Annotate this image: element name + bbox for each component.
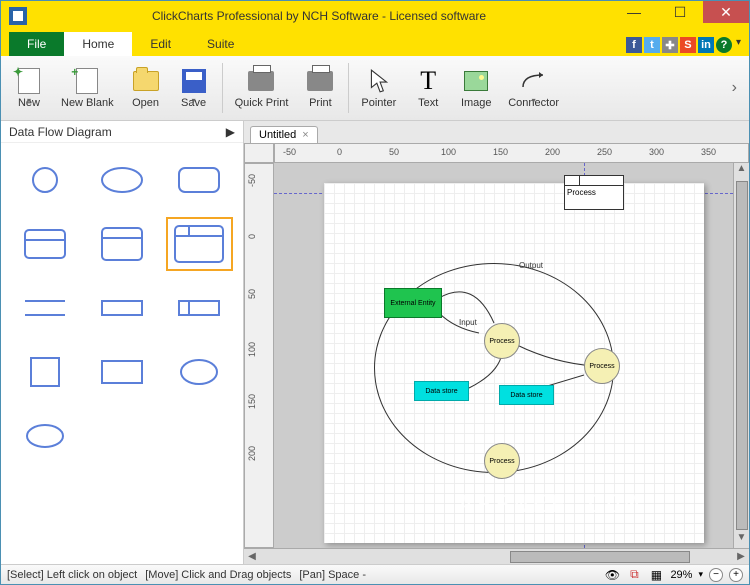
shape-palette xyxy=(1,143,243,473)
main-area: Data Flow Diagram ▶ Untitled × xyxy=(1,121,749,564)
process-shape-1[interactable]: Process xyxy=(484,323,520,359)
close-tab-icon[interactable]: × xyxy=(302,129,308,141)
shape-ellipse[interactable] xyxy=(166,345,233,399)
shape-square[interactable] xyxy=(11,345,78,399)
shape-title-rect-split[interactable] xyxy=(166,217,233,271)
minimize-button[interactable]: — xyxy=(611,1,657,23)
ruler-corner xyxy=(244,143,274,163)
open-icon xyxy=(132,67,160,95)
new-button[interactable]: ✦ ▾ New xyxy=(5,63,53,113)
process-shape-3[interactable]: Process xyxy=(484,443,520,479)
ruler-row: -50 0 50 100 150 200 250 300 350 xyxy=(244,143,749,163)
input-label[interactable]: Input xyxy=(459,318,477,327)
save-button[interactable]: ▾ Save xyxy=(170,63,218,113)
linkedin-icon[interactable]: in xyxy=(698,37,714,53)
tab-home[interactable]: Home xyxy=(64,32,132,56)
file-menu[interactable]: File xyxy=(9,32,64,56)
twitter-icon[interactable]: t xyxy=(644,37,660,53)
pointer-icon xyxy=(365,67,393,95)
connector-button[interactable]: ▾ Connector xyxy=(500,63,567,113)
horizontal-ruler[interactable]: -50 0 50 100 150 200 250 300 350 xyxy=(274,143,749,163)
shape-ellipse-2[interactable] xyxy=(11,409,78,463)
shape-open-rect[interactable] xyxy=(11,281,78,335)
zoom-out-button[interactable]: − xyxy=(709,568,723,582)
window-controls: — ☐ ✕ xyxy=(611,1,749,31)
document-tab[interactable]: Untitled × xyxy=(250,126,318,143)
shapes-category-label: Data Flow Diagram xyxy=(9,125,112,139)
shapes-sidebar: Data Flow Diagram ▶ xyxy=(1,121,244,564)
maximize-button[interactable]: ☐ xyxy=(657,1,703,23)
process-shape-2[interactable]: Process xyxy=(584,348,620,384)
magnet-icon[interactable]: ⧉ xyxy=(626,567,642,583)
open-button[interactable]: Open xyxy=(122,63,170,113)
tab-suite[interactable]: Suite xyxy=(189,32,252,56)
quick-print-icon xyxy=(247,67,275,95)
pointer-button[interactable]: Pointer xyxy=(353,63,404,113)
image-icon xyxy=(462,67,490,95)
shape-title-rect-2[interactable] xyxy=(88,217,155,271)
chevron-right-icon: ▶ xyxy=(226,125,235,139)
status-pan-hint: [Pan] Space - xyxy=(299,569,366,581)
toolbar: ✦ ▾ New + New Blank Open ▾ Save Quick Pr… xyxy=(1,56,749,121)
status-select-hint: [Select] Left click on object xyxy=(7,569,137,581)
canvas-body: -50 0 50 100 150 200 Process xyxy=(244,163,749,548)
separator xyxy=(348,63,349,113)
status-right: 👁 ⧉ ▦ 29% ▾ − + xyxy=(604,567,743,583)
stumbleupon-icon[interactable]: S xyxy=(680,37,696,53)
shape-title-rect[interactable] xyxy=(11,217,78,271)
connector-icon: ▾ xyxy=(520,67,548,95)
shape-rect-divided[interactable] xyxy=(166,281,233,335)
shape-rect-thin[interactable] xyxy=(88,281,155,335)
shape-rounded-rect[interactable] xyxy=(166,153,233,207)
shape-circle[interactable] xyxy=(11,153,78,207)
quick-print-button[interactable]: Quick Print xyxy=(227,63,297,113)
zoom-in-button[interactable]: + xyxy=(729,568,743,582)
horizontal-scrollbar[interactable]: ◀ ▶ xyxy=(244,548,749,564)
save-icon: ▾ xyxy=(180,67,208,95)
tab-edit[interactable]: Edit xyxy=(132,32,189,56)
title-bar: ClickCharts Professional by NCH Software… xyxy=(1,1,749,31)
canvas-viewport[interactable]: Process Output Input External Entity Pro… xyxy=(274,163,733,548)
shape-rect-wide[interactable] xyxy=(88,345,155,399)
close-button[interactable]: ✕ xyxy=(703,1,749,23)
app-icon xyxy=(9,7,27,25)
datastore-shape-1[interactable]: Data store xyxy=(414,381,469,401)
zoom-level: 29% xyxy=(670,569,692,581)
social-icons: f t ✚ S in ? ▾ xyxy=(626,37,741,53)
shape-oval[interactable] xyxy=(88,153,155,207)
help-dropdown-icon[interactable]: ▾ xyxy=(736,37,741,53)
vertical-ruler[interactable]: -50 0 50 100 150 200 xyxy=(244,163,274,548)
new-blank-button[interactable]: + New Blank xyxy=(53,63,122,113)
print-icon xyxy=(306,67,334,95)
share-icon[interactable]: ✚ xyxy=(662,37,678,53)
eye-icon[interactable]: 👁 xyxy=(604,567,620,583)
text-icon: T xyxy=(414,67,442,95)
document-tab-label: Untitled xyxy=(259,129,296,141)
help-icon[interactable]: ? xyxy=(716,37,732,53)
zoom-dropdown-icon[interactable]: ▾ xyxy=(698,569,703,580)
text-button[interactable]: T Text xyxy=(404,63,452,113)
new-icon: ✦ ▾ xyxy=(15,67,43,95)
vertical-scrollbar[interactable]: ▲ ▼ xyxy=(733,163,749,548)
menu-bar: File Home Edit Suite f t ✚ S in ? ▾ xyxy=(1,31,749,56)
output-label[interactable]: Output xyxy=(519,261,543,270)
canvas-area: Untitled × -50 0 50 100 150 200 250 300 … xyxy=(244,121,749,564)
grid-icon[interactable]: ▦ xyxy=(648,567,664,583)
toolbar-overflow-icon[interactable]: › xyxy=(724,79,745,97)
external-entity-shape[interactable]: External Entity xyxy=(384,288,442,318)
datastore-shape-2[interactable]: Data store xyxy=(499,385,554,405)
facebook-icon[interactable]: f xyxy=(626,37,642,53)
shapes-category-header[interactable]: Data Flow Diagram ▶ xyxy=(1,121,243,143)
separator xyxy=(222,63,223,113)
watermark: APPNEE.COM xyxy=(459,490,644,518)
status-bar: [Select] Left click on object [Move] Cli… xyxy=(1,564,749,584)
status-move-hint: [Move] Click and Drag objects xyxy=(145,569,291,581)
image-button[interactable]: Image xyxy=(452,63,500,113)
document-tabs: Untitled × xyxy=(244,121,749,143)
print-button[interactable]: Print xyxy=(296,63,344,113)
new-blank-icon: + xyxy=(73,67,101,95)
window-title: ClickCharts Professional by NCH Software… xyxy=(27,9,611,23)
